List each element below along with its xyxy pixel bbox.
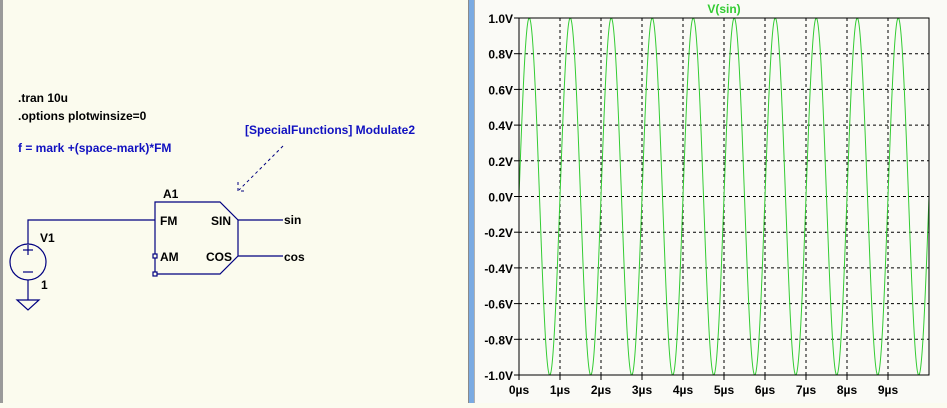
y-tick-label: 0.0V bbox=[488, 191, 513, 205]
y-tick-label: -1.0V bbox=[484, 369, 513, 383]
pane-splitter[interactable] bbox=[468, 0, 475, 403]
schematic-canvas[interactable]: .tran 10u .options plotwinsize=0 f = mar… bbox=[3, 0, 471, 403]
waveform-plot[interactable]: V(sin) 1.0V 0.8V 0.6V 0.4V 0.2V 0.0V -0.2V -0.4… bbox=[475, 0, 947, 403]
x-tick-label: 5µs bbox=[714, 383, 735, 397]
source-value[interactable]: 1 bbox=[41, 278, 48, 292]
pin-fm: FM bbox=[160, 214, 177, 228]
pin-cos: COS bbox=[206, 250, 232, 264]
y-tick-label: 0.4V bbox=[488, 119, 513, 133]
y-tick-label: 0.8V bbox=[488, 48, 513, 62]
y-tick-label: -0.2V bbox=[484, 226, 513, 240]
y-tick-label: 1.0V bbox=[488, 12, 513, 26]
x-tick-label: 2µs bbox=[591, 383, 612, 397]
ground-icon bbox=[15, 299, 41, 311]
annotation-arrow bbox=[237, 145, 284, 192]
tran-directive[interactable]: .tran 10u bbox=[18, 91, 68, 105]
y-axis[interactable]: 1.0V 0.8V 0.6V 0.4V 0.2V 0.0V -0.2V -0.4V -0.6V -… bbox=[484, 12, 519, 383]
y-tick-label: -0.6V bbox=[484, 298, 513, 312]
x-tick-label: 9µs bbox=[878, 383, 899, 397]
component-name: A1 bbox=[163, 187, 179, 201]
voltage-source-icon[interactable] bbox=[9, 243, 47, 281]
x-tick-label: 6µs bbox=[755, 383, 776, 397]
pin-sin: SIN bbox=[211, 214, 231, 228]
schematic-editor[interactable]: .tran 10u .options plotwinsize=0 f = mar… bbox=[0, 0, 468, 403]
formula-comment[interactable]: f = mark +(space-mark)*FM bbox=[18, 141, 171, 155]
source-name[interactable]: V1 bbox=[40, 231, 55, 245]
pin-am: AM bbox=[160, 250, 179, 264]
x-tick-label: 1µs bbox=[550, 383, 571, 397]
y-tick-label: -0.8V bbox=[484, 333, 513, 347]
x-tick-label: 0µs bbox=[509, 383, 530, 397]
y-tick-label: 0.6V bbox=[488, 83, 513, 97]
annotation-comment[interactable]: [SpecialFunctions] Modulate2 bbox=[245, 123, 415, 137]
net-label-cos[interactable]: cos bbox=[284, 250, 305, 264]
net-label-sin[interactable]: sin bbox=[284, 213, 301, 227]
y-tick-label: -0.4V bbox=[484, 262, 513, 276]
trace-label-vsin[interactable]: V(sin) bbox=[707, 2, 740, 16]
x-tick-label: 8µs bbox=[837, 383, 858, 397]
options-directive[interactable]: .options plotwinsize=0 bbox=[18, 109, 147, 123]
x-axis[interactable]: 0µs 1µs 2µs 3µs 4µs 5µs 6µs 7µs 8µs 9µs bbox=[509, 375, 899, 397]
x-tick-label: 3µs bbox=[632, 383, 653, 397]
waveform-viewer[interactable]: V(sin) 1.0V 0.8V 0.6V 0.4V 0.2V 0.0V -0.2V -0.4… bbox=[475, 0, 947, 403]
x-tick-label: 7µs bbox=[796, 383, 817, 397]
y-tick-label: 0.2V bbox=[488, 155, 513, 169]
x-tick-label: 4µs bbox=[673, 383, 694, 397]
trace-vsin bbox=[518, 17, 930, 376]
